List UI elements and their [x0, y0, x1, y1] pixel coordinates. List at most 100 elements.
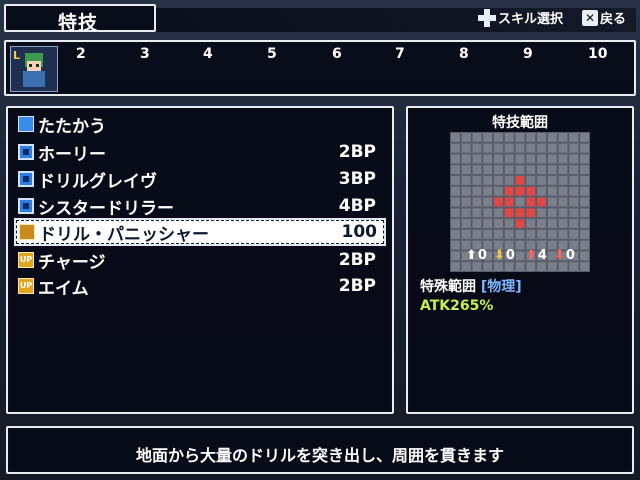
range-cell	[526, 176, 536, 185]
range-cell	[494, 197, 503, 207]
skill-item-drill-grave[interactable]: ドリルグレイヴ 3BP	[18, 167, 382, 192]
range-cell	[569, 219, 579, 228]
range-title: 特技範囲	[492, 115, 548, 131]
range-cell	[537, 165, 546, 175]
range-cell	[515, 176, 525, 185]
range-cell	[494, 229, 503, 239]
range-cell	[515, 240, 525, 250]
stat-up: ⬆ 0	[466, 248, 487, 263]
range-cell	[494, 208, 503, 218]
down-arrow-icon: ⬇	[494, 248, 505, 263]
range-cell	[451, 262, 460, 271]
range-cell	[504, 208, 514, 218]
range-cell	[526, 219, 536, 228]
range-cell	[515, 262, 525, 271]
range-cell	[547, 154, 557, 164]
range-cell	[461, 229, 471, 239]
magic-icon	[18, 144, 34, 160]
skill-cost: 4BP	[338, 196, 376, 216]
timeline-tick: 6	[332, 46, 342, 62]
stat-down-yellow: ⬇ 0	[494, 248, 515, 263]
range-cell	[526, 133, 536, 142]
range-cell	[547, 208, 557, 218]
skill-cost: 2BP	[338, 142, 376, 162]
skill-cost: 100	[341, 222, 378, 242]
range-cell	[526, 197, 536, 207]
skill-description: 地面から大量のドリルを突き出し、周囲を貫きます	[135, 446, 504, 465]
range-cell	[558, 186, 568, 196]
stat-down-red: ⬇ 0	[554, 248, 575, 263]
skill-name: たたかう	[38, 116, 106, 137]
stat-value: 0	[505, 248, 515, 263]
range-cell	[451, 176, 460, 185]
turn-order-timeline: L 2 3 4 5 6 7 8 9 10	[4, 40, 636, 96]
skill-item-charge[interactable]: UP チャージ 2BP	[18, 248, 382, 273]
skill-cost: 3BP	[338, 169, 376, 189]
range-cell	[494, 133, 503, 142]
range-cell	[451, 143, 460, 153]
back-hint[interactable]: ✕ 戻る	[582, 8, 626, 27]
skill-select-hint[interactable]: スキル選択	[478, 8, 563, 27]
range-cell	[537, 143, 546, 153]
range-cell	[451, 251, 460, 261]
range-cell	[537, 219, 546, 228]
range-cell	[461, 208, 471, 218]
range-cell	[569, 186, 579, 196]
skill-list: たたかう ホーリー 2BP ドリルグレイヴ 3BP シスタードリラー 4BP ド…	[6, 106, 394, 414]
range-cell	[472, 208, 482, 218]
range-cell	[504, 186, 514, 196]
range-cell	[494, 262, 503, 271]
skill-item-drill-punisher[interactable]: ドリル・パニッシャー 100	[14, 218, 386, 246]
range-cell	[504, 133, 514, 142]
buff-icon: UP	[18, 252, 34, 268]
skill-item-holy[interactable]: ホーリー 2BP	[18, 140, 382, 165]
range-cell	[451, 133, 460, 142]
skill-name: ドリル・パニッシャー	[39, 224, 209, 245]
special-icon	[19, 224, 35, 240]
range-cell	[580, 251, 589, 261]
skill-item-attack[interactable]: たたかう	[18, 112, 382, 137]
magic-icon	[18, 198, 34, 214]
range-cell	[569, 262, 579, 271]
range-cell	[483, 143, 493, 153]
range-cell	[558, 219, 568, 228]
range-cell	[515, 186, 525, 196]
range-cell	[494, 176, 503, 185]
range-cell	[558, 165, 568, 175]
range-cell	[504, 165, 514, 175]
dpad-icon	[478, 8, 496, 27]
range-cell	[580, 186, 589, 196]
range-cell	[451, 219, 460, 228]
range-label: 特殊範囲	[420, 279, 476, 295]
range-cell	[580, 154, 589, 164]
range-cell	[504, 154, 514, 164]
range-cell	[504, 143, 514, 153]
range-cell	[494, 154, 503, 164]
range-cell	[483, 262, 493, 271]
range-cell	[580, 133, 589, 142]
range-cell	[451, 154, 460, 164]
range-cell	[515, 143, 525, 153]
range-cell	[580, 197, 589, 207]
up-arrow-icon: ⬆	[466, 248, 477, 263]
skill-item-sister-driller[interactable]: シスタードリラー 4BP	[18, 194, 382, 219]
page-title: 特技	[58, 12, 99, 34]
range-cell	[547, 219, 557, 228]
range-cell	[461, 165, 471, 175]
range-cell	[558, 229, 568, 239]
range-cell	[526, 143, 536, 153]
range-cell	[558, 197, 568, 207]
range-cell	[526, 262, 536, 271]
range-cell	[494, 165, 503, 175]
range-cell	[526, 165, 536, 175]
range-cell	[569, 165, 579, 175]
skill-range-panel: 特技範囲 ⬆ 0 ⬇ 0 ⬆ 4 ⬇ 0 特殊範囲 [物理] ATK265%	[406, 106, 634, 414]
stat-value: 0	[565, 248, 575, 263]
skill-item-aim[interactable]: UP エイム 2BP	[18, 274, 382, 299]
range-cell	[472, 262, 482, 271]
range-cell	[580, 240, 589, 250]
range-cell	[451, 229, 460, 239]
buff-icon: UP	[18, 278, 34, 294]
skill-name: ドリルグレイヴ	[38, 171, 157, 192]
range-cell	[515, 165, 525, 175]
